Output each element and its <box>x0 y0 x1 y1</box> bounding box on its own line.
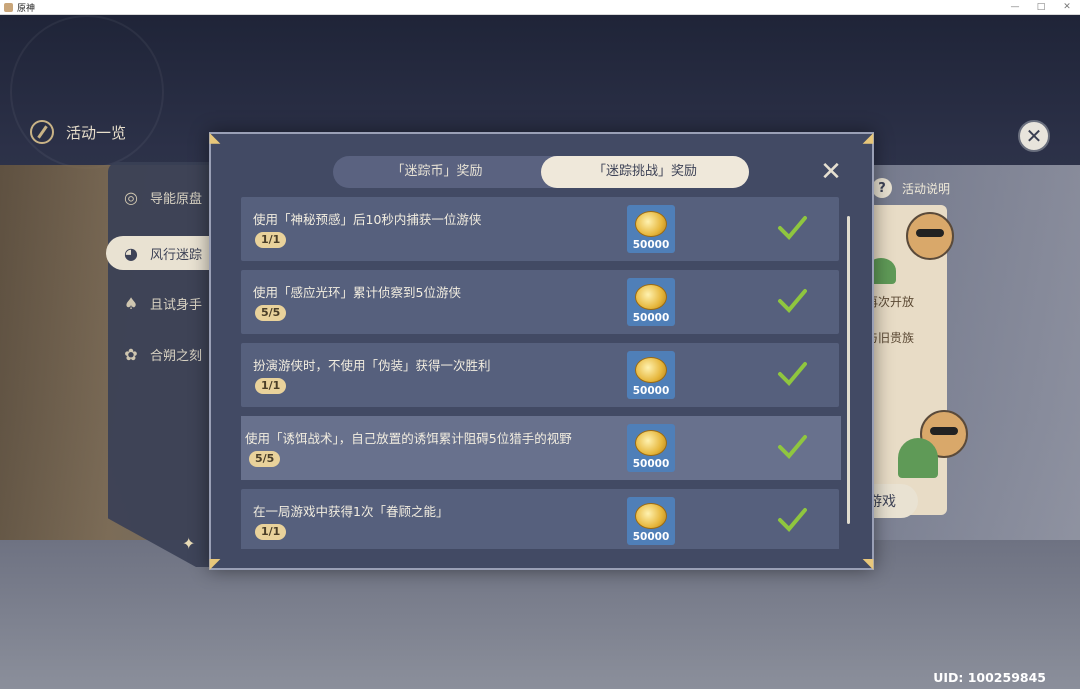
checkmark-icon <box>778 289 807 313</box>
challenge-list: 使用「神秘预感」后10秒内捕获一位游侠 1/1 50000 使用「感应光环」累计… <box>241 197 841 549</box>
challenge-description: 使用「感应光环」累计侦察到5位游侠 <box>253 285 461 300</box>
tab-windtrace-coins[interactable]: 「迷踪币」奖励 <box>333 156 541 188</box>
mora-coin-icon <box>635 357 667 383</box>
corner-ornament-icon: ◤ <box>209 556 221 572</box>
help-icon: ? <box>872 178 892 198</box>
lotus-icon: ✿ <box>124 344 138 364</box>
sidebar-item-disc[interactable]: ◎ 导能原盘 <box>120 186 202 208</box>
checkmark-icon <box>778 435 807 459</box>
cat-mascot-icon <box>906 212 954 260</box>
cat-mask-icon: ◕ <box>124 243 138 263</box>
challenge-description: 使用「诱饵战术」，自己放置的诱饵累计阻碍5位猎手的视野 <box>245 431 572 446</box>
sidebar-item-new-moon[interactable]: ✿ 合朔之刻 <box>120 343 202 365</box>
plant-decoration <box>898 438 938 478</box>
page-header: 活动一览 <box>30 120 126 144</box>
challenge-row[interactable]: 使用「神秘预感」后10秒内捕获一位游侠 1/1 50000 <box>241 197 839 261</box>
sparkle-icon: ✦ <box>182 534 196 553</box>
sidebar-item-test-skills[interactable]: ♠ 且试身手 <box>120 292 202 314</box>
sidebar-item-windtrace[interactable]: ◕ 风行迷踪 <box>106 236 218 270</box>
close-icon: ✕ <box>1025 124 1043 148</box>
sidebar-item-label: 合朔之刻 <box>150 348 203 364</box>
list-scrollbar[interactable] <box>847 216 850 524</box>
checkmark-icon <box>778 362 807 386</box>
background-emblem <box>10 15 164 169</box>
progress-badge: 5/5 <box>255 305 287 321</box>
cards-icon: ♠ <box>123 293 139 313</box>
reward-amount: 50000 <box>632 385 670 397</box>
checkmark-icon <box>778 508 807 532</box>
close-icon: ✕ <box>820 157 842 187</box>
reward-amount: 50000 <box>632 312 670 324</box>
reward-item[interactable]: 50000 <box>627 424 675 472</box>
corner-ornament-icon: ◣ <box>209 130 221 146</box>
minimize-button[interactable]: — <box>1002 0 1028 14</box>
rewards-modal: ◣ ◢ ◤ ◥ 「迷踪币」奖励 「迷踪挑战」奖励 ✕ 使用「神秘预感」后10秒内… <box>209 130 874 572</box>
disc-icon: ◎ <box>124 187 138 207</box>
sidebar-item-label: 且试身手 <box>150 297 203 313</box>
window-controls: — □ ✕ <box>1002 0 1080 14</box>
sidebar-item-label: 导能原盘 <box>150 191 203 207</box>
challenge-description: 在一局游戏中获得1次「眷顾之能」 <box>253 504 449 519</box>
close-window-button[interactable]: ✕ <box>1054 0 1080 14</box>
sidebar-item-label: 风行迷踪 <box>150 247 203 263</box>
challenge-row[interactable]: 使用「诱饵战术」，自己放置的诱饵累计阻碍5位猎手的视野 5/5 50000 <box>241 416 841 480</box>
window-titlebar: 原神 — □ ✕ <box>0 0 1080 15</box>
reward-amount: 50000 <box>632 458 670 470</box>
window-title: 原神 <box>17 3 36 14</box>
page-title: 活动一览 <box>66 123 127 142</box>
reward-tabs: 「迷踪币」奖励 「迷踪挑战」奖励 <box>333 156 749 188</box>
mora-coin-icon <box>635 211 667 237</box>
corner-ornament-icon: ◢ <box>862 130 874 146</box>
close-modal-button[interactable]: ✕ <box>819 157 843 187</box>
close-events-button[interactable]: ✕ <box>1018 120 1050 152</box>
checkmark-icon <box>778 216 807 240</box>
activity-description-label: 活动说明 <box>902 181 951 196</box>
reward-item[interactable]: 50000 <box>627 205 675 253</box>
tab-windtrace-challenges[interactable]: 「迷踪挑战」奖励 <box>541 156 749 188</box>
progress-badge: 1/1 <box>255 524 287 540</box>
challenge-row[interactable]: 在一局游戏中获得1次「眷顾之能」 1/1 50000 <box>241 489 839 549</box>
corner-ornament-icon: ◥ <box>862 556 874 572</box>
progress-badge: 1/1 <box>255 378 287 394</box>
mora-coin-icon <box>635 284 667 310</box>
reward-amount: 50000 <box>632 239 670 251</box>
reward-item[interactable]: 50000 <box>627 278 675 326</box>
mora-coin-icon <box>635 503 667 529</box>
reward-item[interactable]: 50000 <box>627 497 675 545</box>
mora-coin-icon <box>635 430 667 456</box>
challenge-row[interactable]: 使用「感应光环」累计侦察到5位游侠 5/5 50000 <box>241 270 839 334</box>
challenge-description: 扮演游侠时，不使用「伪装」获得一次胜利 <box>253 358 491 373</box>
activity-description-button[interactable]: ? 活动说明 <box>872 178 950 198</box>
player-uid: UID: 100259845 <box>933 670 1046 685</box>
challenge-row[interactable]: 扮演游侠时，不使用「伪装」获得一次胜利 1/1 50000 <box>241 343 839 407</box>
maximize-button[interactable]: □ <box>1028 0 1054 14</box>
reward-amount: 50000 <box>632 531 670 543</box>
compass-icon <box>30 120 54 144</box>
progress-badge: 1/1 <box>255 232 287 248</box>
app-icon <box>4 2 13 12</box>
progress-badge: 5/5 <box>249 451 281 467</box>
challenge-description: 使用「神秘预感」后10秒内捕获一位游侠 <box>253 212 482 227</box>
reward-item[interactable]: 50000 <box>627 351 675 399</box>
